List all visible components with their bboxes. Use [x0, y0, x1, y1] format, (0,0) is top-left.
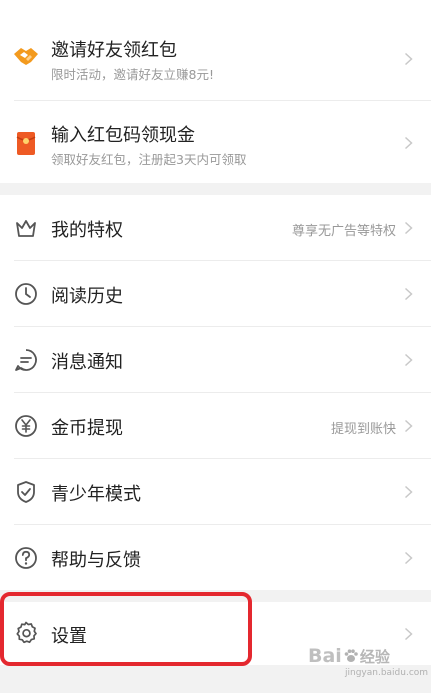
withdraw-note: 提现到账快	[330, 422, 396, 437]
shield-check-icon	[13, 479, 39, 505]
invite-subtitle: 限时活动，邀请好友立赚8元!	[51, 67, 214, 82]
menu-section: 我的特权 尊享无广告等特权 阅读历史 消息通知 金币提现 提现到账快 青少年模式…	[0, 195, 431, 590]
clock-icon	[13, 281, 39, 307]
watermark-url: jingyan.baidu.com	[345, 668, 429, 678]
watermark-brand-b: 经验	[359, 648, 390, 666]
redpacket-subtitle: 领取好友红包，注册起3天内可领取	[51, 152, 247, 167]
chevron-right-icon	[404, 353, 413, 367]
history-label: 阅读历史	[51, 286, 123, 307]
crown-icon	[13, 215, 39, 241]
redpacket-title: 输入红包码领现金	[51, 125, 195, 146]
message-icon	[13, 347, 39, 373]
chevron-right-icon	[404, 551, 413, 565]
invite-title: 邀请好友领红包	[51, 40, 177, 61]
withdraw-label: 金币提现	[51, 418, 123, 439]
red-envelope-icon	[13, 130, 39, 156]
menu-item-help[interactable]: 帮助与反馈	[0, 525, 431, 590]
menu-item-withdraw[interactable]: 金币提现 提现到账快	[0, 393, 431, 458]
chevron-right-icon	[404, 221, 413, 235]
chevron-right-icon	[404, 287, 413, 301]
paw-icon	[344, 649, 358, 662]
menu-item-youth-mode[interactable]: 青少年模式	[0, 459, 431, 524]
chevron-right-icon	[404, 419, 413, 433]
privilege-note: 尊享无广告等特权	[291, 224, 396, 239]
promo-section: 邀请好友领红包 限时活动，邀请好友立赚8元! 输入红包码领现金 领取好友红包，注…	[0, 0, 431, 183]
handshake-icon	[13, 42, 39, 68]
chevron-right-icon	[404, 627, 413, 641]
chevron-right-icon	[404, 52, 413, 66]
question-icon	[13, 545, 39, 571]
chevron-right-icon	[404, 136, 413, 150]
gear-icon	[13, 620, 39, 646]
settings-label: 设置	[51, 626, 87, 647]
menu-item-privilege[interactable]: 我的特权 尊享无广告等特权	[0, 195, 431, 260]
menu-item-history[interactable]: 阅读历史	[0, 261, 431, 326]
privilege-label: 我的特权	[51, 220, 123, 241]
watermark-brand-a: Bai	[308, 645, 342, 667]
youth-mode-label: 青少年模式	[51, 484, 141, 505]
notify-label: 消息通知	[51, 352, 123, 373]
help-label: 帮助与反馈	[51, 550, 141, 571]
yen-coin-icon	[13, 413, 39, 439]
baidu-watermark: Bai 经验	[308, 645, 390, 667]
chevron-right-icon	[404, 485, 413, 499]
menu-item-notify[interactable]: 消息通知	[0, 327, 431, 392]
redpacket-code-row[interactable]: 输入红包码领现金 领取好友红包，注册起3天内可领取	[0, 101, 431, 183]
invite-friends-row[interactable]: 邀请好友领红包 限时活动，邀请好友立赚8元!	[0, 0, 431, 100]
